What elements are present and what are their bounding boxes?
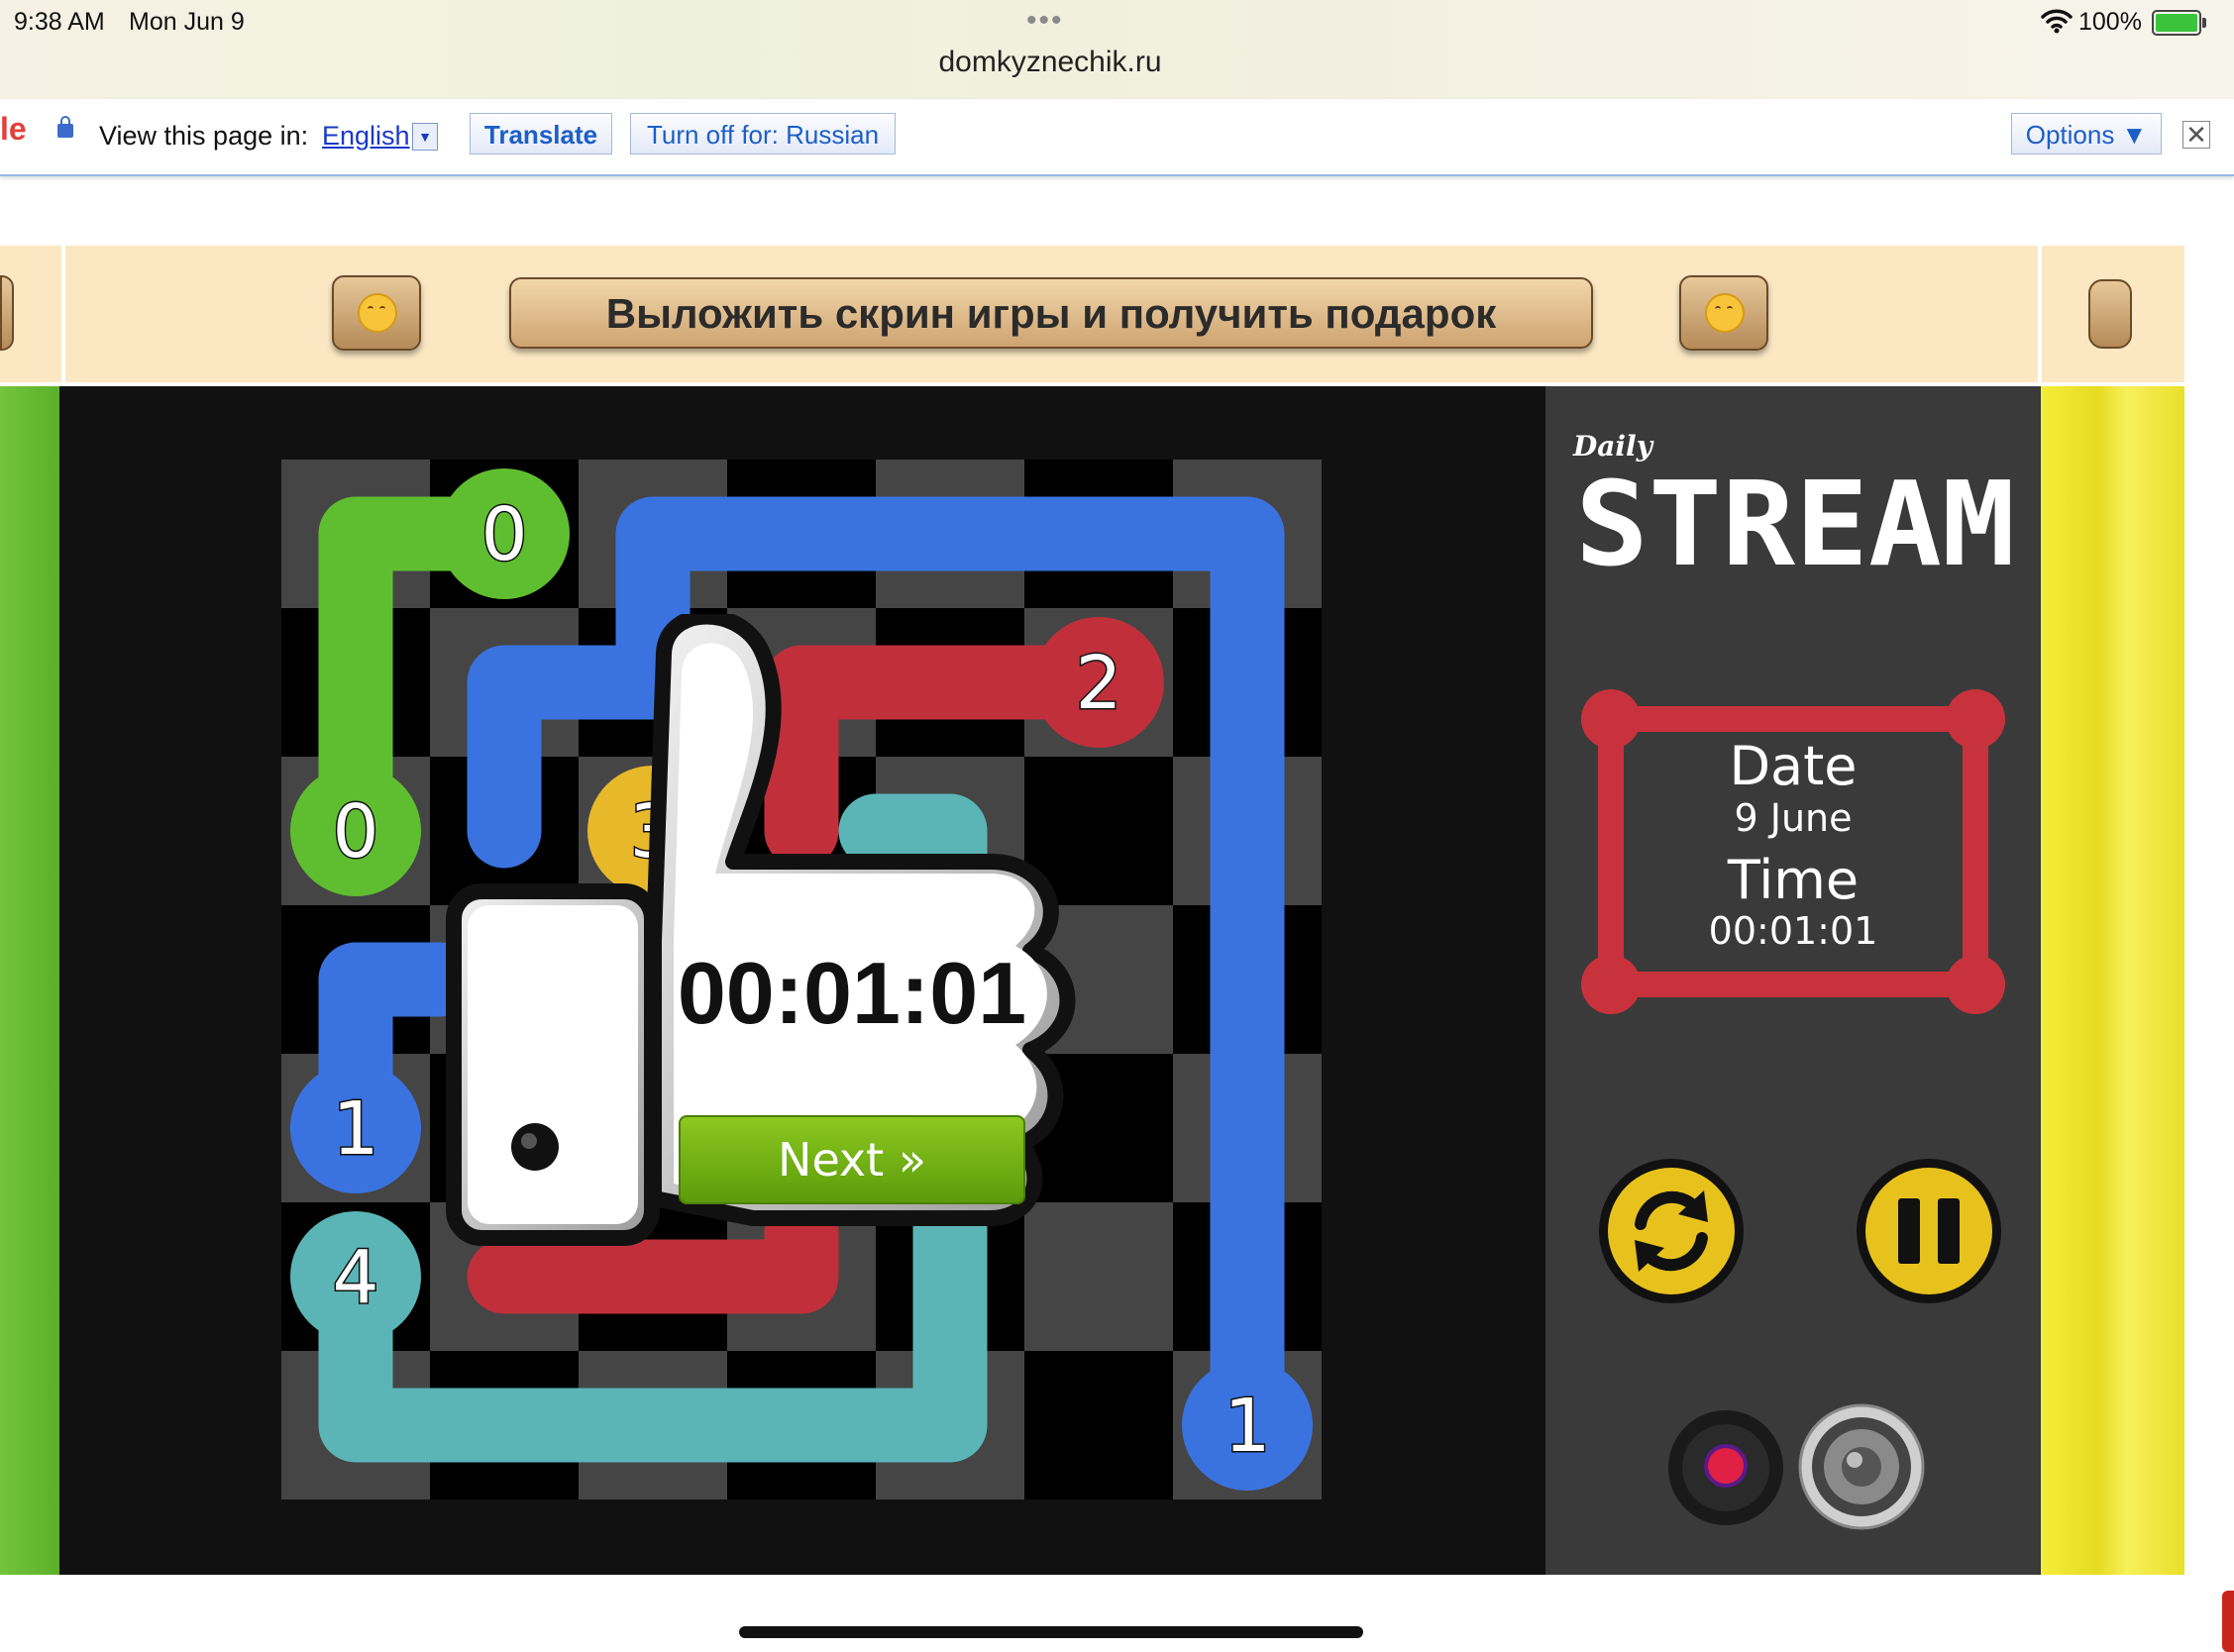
stream-logo: STREAM [1575, 465, 2015, 584]
frame-corner [1581, 955, 1641, 1014]
endpoint-label: 1 [1223, 1384, 1270, 1469]
date-value: 9 June [1734, 796, 1853, 840]
time-label: Time [1727, 849, 1860, 911]
status-date: Mon Jun 9 [129, 8, 245, 36]
home-indicator[interactable] [739, 1626, 1363, 1638]
translate-label: View this page in: [99, 121, 309, 151]
time-value: 00:01:01 [1708, 909, 1878, 953]
endpoint-label: 0 [480, 492, 527, 577]
turn-off-button[interactable]: Turn off for: Russian [630, 113, 896, 155]
endpoint-label: 0 [332, 789, 378, 875]
language-link[interactable]: English [322, 121, 410, 152]
date-label: Date [1729, 735, 1858, 797]
left-green-border [0, 386, 59, 1575]
endpoint-label: 4 [332, 1235, 378, 1320]
logo-daily: Daily [1573, 430, 1652, 463]
banner-divider [2038, 246, 2042, 382]
share-screenshot-button[interactable]: Выложить скрин игры и получить подарок [509, 277, 1593, 349]
banner-divider [61, 246, 65, 382]
board-cell[interactable] [1024, 1351, 1173, 1499]
pause-button[interactable] [1855, 1157, 2003, 1305]
sound-button[interactable] [1797, 1402, 1926, 1531]
options-button[interactable]: Options ▼ [2011, 113, 2162, 155]
right-yellow-border [2041, 386, 2184, 1575]
language-dropdown-icon[interactable]: ▼ [412, 123, 438, 151]
more-dots-icon[interactable]: ••• [1026, 4, 1064, 38]
banner-side-button[interactable] [2088, 279, 2132, 349]
battery-icon [2152, 10, 2206, 36]
wifi-icon [2041, 9, 2073, 34]
record-button[interactable] [1666, 1408, 1785, 1527]
lock-icon [57, 116, 73, 138]
restart-button[interactable] [1597, 1157, 1746, 1305]
hug-emoji-button[interactable] [1679, 275, 1768, 351]
address-url[interactable]: domkyznechik.ru [0, 46, 2100, 79]
endpoint-label: 1 [332, 1086, 378, 1172]
google-logo: le [0, 111, 27, 147]
hug-emoji-icon [1705, 293, 1745, 333]
translate-button[interactable]: Translate [470, 113, 612, 155]
next-button[interactable]: Next » [679, 1115, 1025, 1204]
logo-title-text: STREAM [1575, 465, 2015, 584]
final-time: 00:01:01 [677, 944, 1027, 1042]
battery-percent: 100% [2078, 8, 2142, 36]
hug-emoji-icon [358, 293, 397, 333]
hug-emoji-button[interactable] [332, 275, 421, 351]
close-icon[interactable]: ✕ [2182, 121, 2210, 149]
frame-corner [1946, 955, 2005, 1014]
status-time: 9:38 AM [14, 8, 105, 36]
banner-side-button[interactable] [0, 275, 14, 351]
bottom-edge-tab [2222, 1591, 2234, 1652]
